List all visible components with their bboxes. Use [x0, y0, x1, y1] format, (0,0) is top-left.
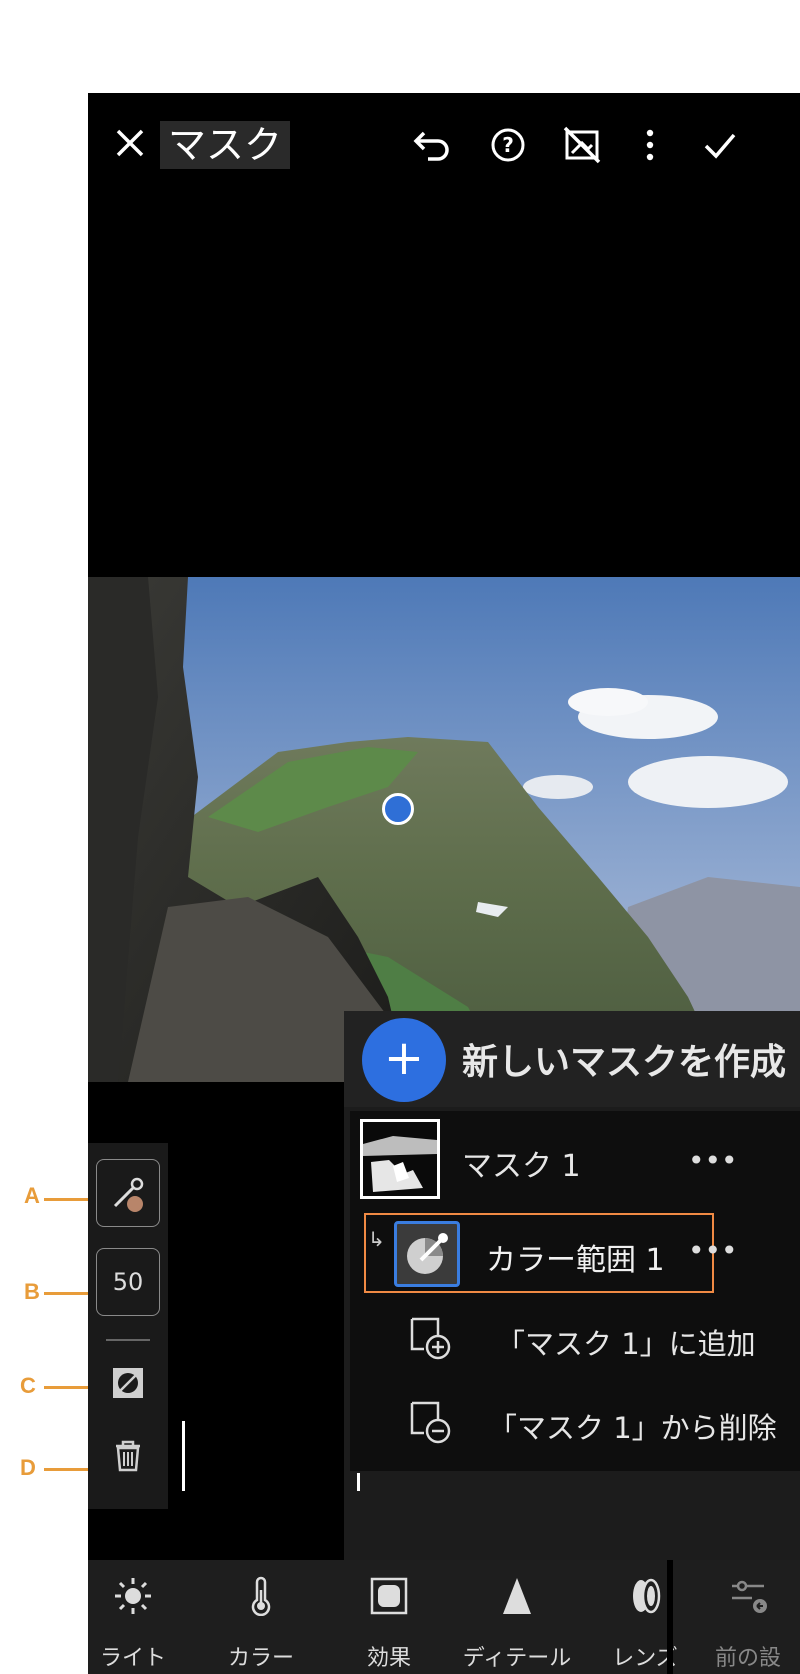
mask-name-label[interactable]: マスク 1 — [462, 1141, 581, 1185]
close-icon[interactable] — [110, 123, 150, 163]
callout-c-line — [44, 1386, 88, 1389]
tab-previous-settings[interactable]: 前の設 — [693, 1560, 800, 1674]
color-range-eyedropper-icon[interactable] — [394, 1221, 460, 1287]
edit-panel-tabs: ライト カラー 効果 ディテール レンズ 前の設 — [88, 1560, 800, 1674]
mask-thumbnail[interactable] — [360, 1119, 440, 1199]
tab-light-label: ライト — [99, 1646, 166, 1671]
tab-effects-label: 効果 — [366, 1646, 411, 1671]
color-range-sample-pin[interactable] — [382, 793, 414, 825]
app-screen: マスク ? + 新しいマスクを作成 マスク 1 ••• ↳ カラー範囲 1 ••… — [88, 93, 800, 1674]
tab-detail-label: ディテール — [462, 1646, 572, 1671]
trash-icon[interactable] — [108, 1436, 148, 1476]
plus-icon: + — [383, 1030, 425, 1086]
callout-d: D — [20, 1455, 36, 1480]
mask-more-options[interactable]: ••• — [688, 1147, 738, 1175]
eyedropper-icon — [113, 1177, 144, 1212]
color-range-component-label[interactable]: カラー範囲 1 — [486, 1235, 665, 1279]
callout-a-line — [44, 1198, 88, 1201]
callout-d-line — [44, 1468, 88, 1471]
tools-divider — [106, 1339, 150, 1341]
add-to-mask-icon[interactable] — [408, 1315, 454, 1361]
sun-icon — [115, 1578, 151, 1614]
create-new-mask-label: 新しいマスクを作成 — [462, 1042, 787, 1083]
mountain-photo — [88, 577, 800, 1082]
tab-color[interactable]: カラー — [206, 1560, 316, 1674]
tab-lens[interactable]: レンズ — [590, 1560, 700, 1674]
slider-indicator-small — [357, 1473, 360, 1491]
callout-c: C — [20, 1373, 36, 1398]
tab-effects[interactable]: 効果 — [334, 1560, 444, 1674]
refine-eyedropper-button[interactable] — [96, 1159, 160, 1227]
tab-previous-settings-label: 前の設 — [714, 1646, 781, 1671]
add-to-mask-label[interactable]: 「マスク 1」に追加 — [496, 1321, 756, 1363]
tab-detail[interactable]: ディテール — [462, 1560, 572, 1674]
callout-a: A — [24, 1183, 40, 1208]
invert-mask-icon[interactable] — [108, 1363, 148, 1403]
component-more-options[interactable]: ••• — [688, 1237, 738, 1265]
tab-light[interactable]: ライト — [88, 1560, 188, 1674]
callout-b-line — [44, 1292, 88, 1295]
confirm-check-icon[interactable] — [698, 123, 742, 167]
detail-triangle-icon — [503, 1578, 531, 1614]
child-arrow-icon: ↳ — [368, 1227, 385, 1251]
tab-color-label: カラー — [227, 1646, 294, 1671]
previous-settings-icon — [732, 1580, 767, 1613]
photo-preview[interactable] — [88, 577, 800, 1082]
tab-lens-label: レンズ — [612, 1646, 678, 1671]
svg-text:?: ? — [502, 133, 514, 157]
subtract-from-mask-icon[interactable] — [408, 1399, 454, 1445]
amount-value-box[interactable]: 50 — [96, 1248, 160, 1316]
mask-preview-image — [363, 1122, 437, 1196]
mask-overlay-toggle-icon[interactable] — [560, 123, 604, 167]
lens-icon — [633, 1578, 661, 1614]
page-title: マスク — [160, 121, 291, 169]
top-toolbar: マスク ? — [88, 93, 800, 197]
undo-icon[interactable] — [410, 123, 454, 167]
create-new-mask-button[interactable]: + — [362, 1018, 446, 1102]
amount-value: 50 — [112, 1268, 144, 1296]
subtract-from-mask-label[interactable]: 「マスク 1」から削除 — [488, 1405, 777, 1447]
help-icon[interactable]: ? — [486, 123, 530, 167]
callout-b: B — [24, 1279, 40, 1304]
bottom-bar-divider — [667, 1560, 673, 1674]
more-vertical-icon[interactable] — [628, 123, 672, 167]
thermometer-icon — [251, 1576, 271, 1616]
slider-indicator — [182, 1421, 185, 1491]
effects-icon — [370, 1577, 408, 1615]
